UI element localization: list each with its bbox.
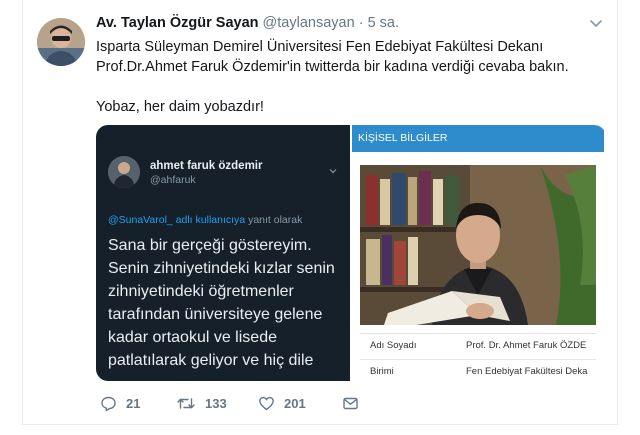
profile-info-screenshot[interactable]: KİŞİSEL BİLGİLER Adı Soyadı Prof. Dr. Ah… [352,125,606,381]
tweet-text-line: Prof.Dr.Ahmet Faruk Özdemir'in twitterda… [96,59,569,75]
info-row: Adı Soyadı Prof. Dr. Ahmet Faruk ÖZDE [360,333,596,355]
embedded-text-line: Sana bir gerçeği göstereyim. [108,237,312,254]
envelope-icon [342,395,359,412]
tweet-text-line: Isparta Süleyman Demirel Üniversitesi Fe… [96,39,544,55]
embedded-tweet-screenshot[interactable]: ahmet faruk özdemir @ahfaruk @SunaVarol_… [96,125,350,381]
embedded-avatar [108,156,140,188]
heart-icon [258,395,275,412]
embedded-reply-suffix: yanıt olarak [248,214,303,226]
reply-count: 21 [126,395,141,411]
tweet-timestamp[interactable]: 5 sa. [368,15,399,31]
embedded-author-name: ahmet faruk özdemir [150,160,263,172]
reply-icon [100,395,117,412]
author-handle[interactable]: @taylansayan [263,15,355,31]
embedded-text-line: patlatılarak geliyor ve hiç dile [108,352,314,369]
embedded-reply-mention: @SunaVarol_ adlı kullanıcıya [108,214,246,226]
tweet-actions: 21 133 201 [96,392,396,414]
info-value: Prof. Dr. Ahmet Faruk ÖZDE [466,340,587,351]
dm-button[interactable] [342,392,359,414]
retweet-count: 133 [205,395,227,411]
like-button[interactable]: 201 [258,392,306,414]
info-row: Birimi Fen Edebiyat Fakültesi Deka [360,359,596,381]
chevron-down-icon [328,163,338,174]
author-avatar[interactable] [37,18,85,66]
like-count: 201 [284,395,306,411]
profile-photo [360,165,596,325]
tweet-text-line: Yobaz, her daim yobazdır! [96,99,264,115]
info-value: Fen Edebiyat Fakültesi Deka [466,366,588,377]
author-name[interactable]: Av. Taylan Özgür Sayan [96,15,259,31]
header-separator: · [358,15,364,31]
embedded-text-line: kadar ortaokul ve lisede [108,329,277,346]
tweet-media[interactable]: ahmet faruk özdemir @ahfaruk @SunaVarol_… [96,125,606,381]
tweet-header: Av. Taylan Özgür Sayan @taylansayan · 5 … [96,15,399,35]
embedded-text-line: Senin zihniyetindeki kızlar senin [108,260,335,277]
embedded-text-line: tarafından üniversiteye gelene [108,306,323,323]
retweet-button[interactable]: 133 [176,392,227,414]
embedded-reply-context: @SunaVarol_ adlı kullanıcıya yanıt olara… [108,214,302,226]
panel-header: KİŞİSEL BİLGİLER [352,125,604,152]
chevron-down-icon[interactable] [588,15,604,31]
embedded-text-line: zihniyetindeki öğretmenler [108,283,294,300]
reply-button[interactable]: 21 [100,392,140,414]
embedded-author-handle: @ahfaruk [150,174,196,186]
info-label: Birimi [370,366,394,377]
info-label: Adı Soyadı [370,340,417,351]
retweet-icon [176,395,196,412]
